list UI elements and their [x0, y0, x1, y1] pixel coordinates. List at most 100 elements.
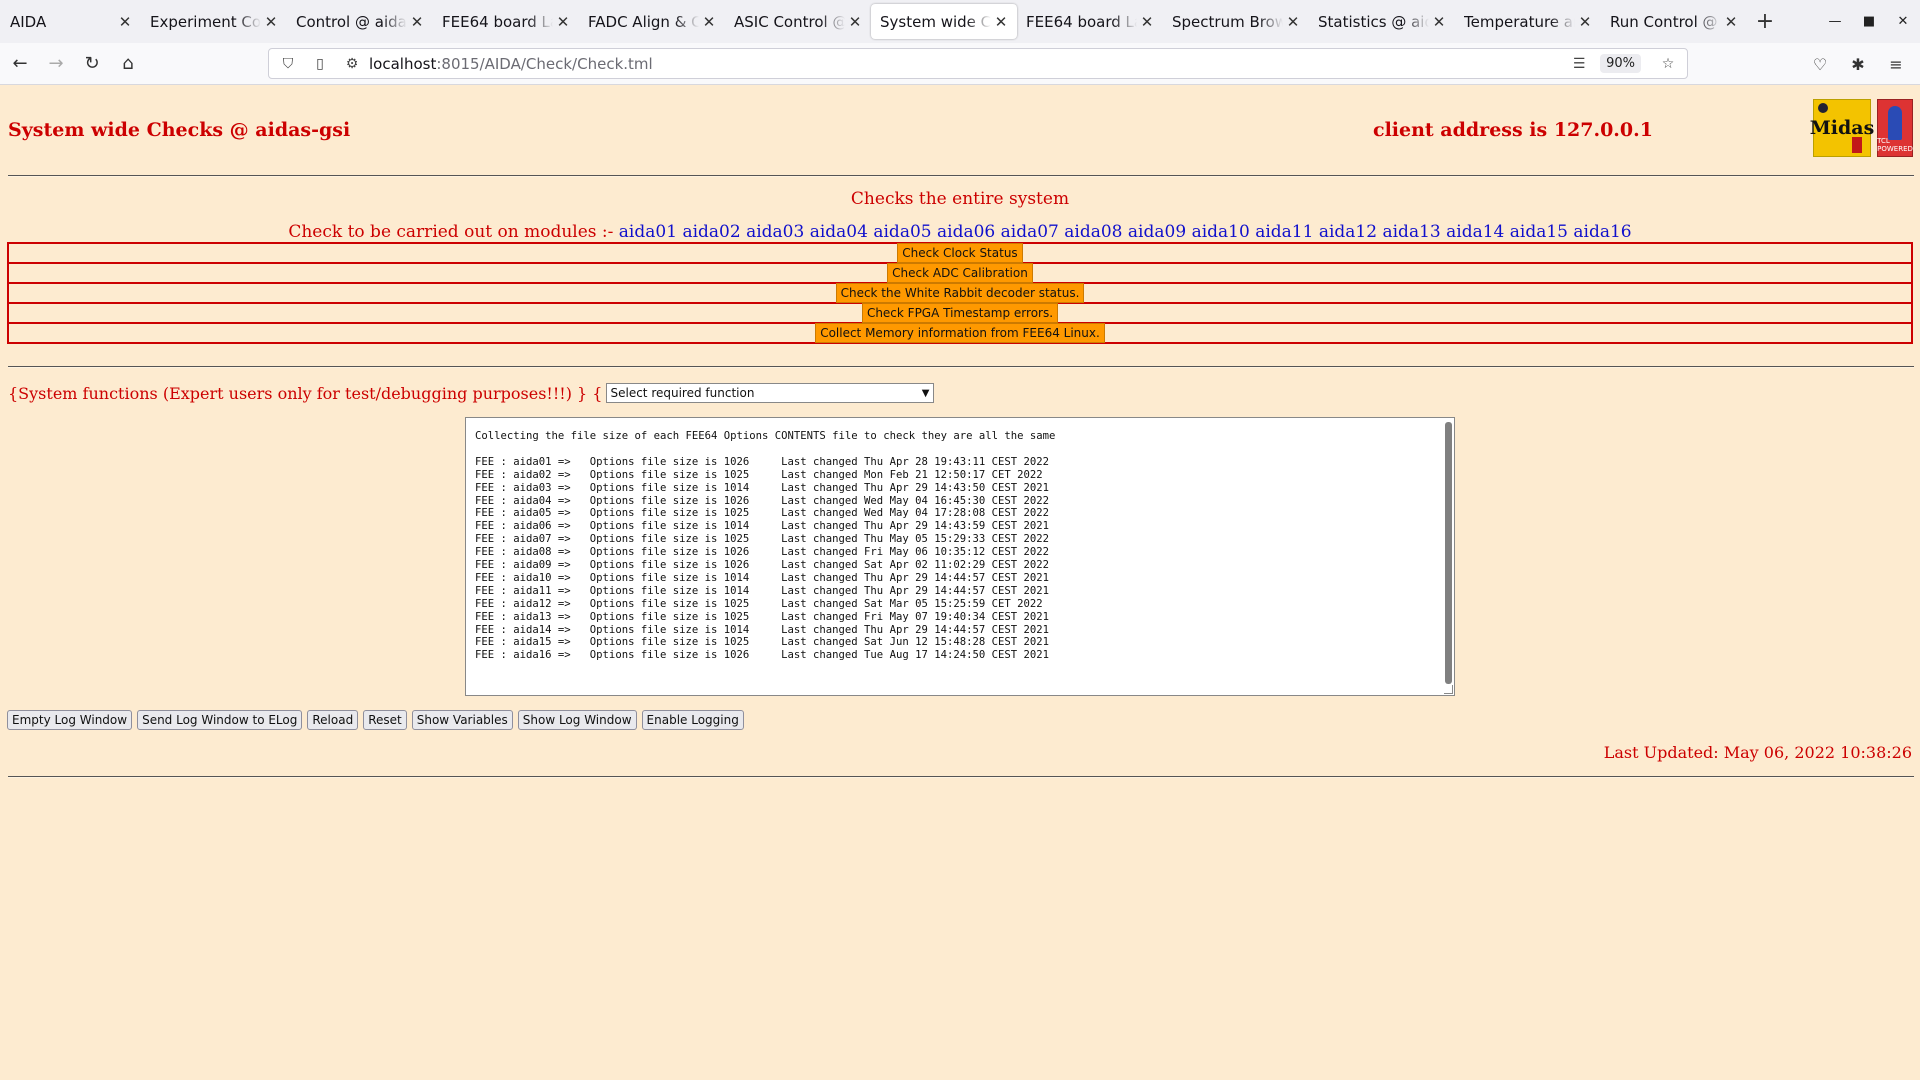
module-link-aida07[interactable]: aida07 — [1001, 222, 1059, 242]
reload-icon[interactable]: ↻ — [76, 48, 108, 80]
close-icon[interactable]: ✕ — [1285, 13, 1301, 31]
module-link-aida05[interactable]: aida05 — [873, 222, 931, 242]
tab-label: FEE64 board Lay — [1026, 12, 1137, 31]
resize-grip-icon[interactable] — [1444, 685, 1453, 694]
table-row: Collect Memory information from FEE64 Li… — [7, 322, 1913, 344]
shield-icon[interactable]: ⛉ — [275, 56, 301, 72]
logo-badge-icon — [1852, 137, 1862, 153]
log-line: FEE : aida08 => Options file size is 102… — [475, 546, 1050, 559]
log-scrollbar[interactable] — [1445, 422, 1452, 684]
select-value: Select required function — [610, 386, 755, 400]
module-link-aida09[interactable]: aida09 — [1128, 222, 1186, 242]
tab-experiment-control[interactable]: Experiment Cont ✕ — [141, 4, 287, 39]
module-link-aida10[interactable]: aida10 — [1192, 222, 1250, 242]
new-tab-button[interactable]: + — [1747, 0, 1783, 43]
module-link-aida13[interactable]: aida13 — [1382, 222, 1440, 242]
check-adc-calibration-button[interactable]: Check ADC Calibration — [887, 263, 1033, 283]
tab-run-control[interactable]: Run Control @ ai ✕ — [1601, 4, 1747, 39]
maximize-icon[interactable]: ■ — [1852, 0, 1886, 43]
log-window[interactable]: Collecting the file size of each FEE64 O… — [465, 417, 1455, 696]
tab-label: Spectrum Browsi — [1172, 12, 1283, 31]
system-function-select[interactable]: Select required function ▼ — [606, 383, 935, 403]
zoom-level[interactable]: 90% — [1600, 54, 1641, 73]
back-icon[interactable]: ← — [4, 48, 36, 80]
table-row: Check Clock Status — [7, 242, 1913, 264]
reset-button[interactable]: Reset — [363, 710, 407, 730]
tab-spectrum-browser[interactable]: Spectrum Browsi ✕ — [1163, 4, 1309, 39]
tab-statistics[interactable]: Statistics @ aida ✕ — [1309, 4, 1455, 39]
module-link-aida04[interactable]: aida04 — [810, 222, 868, 242]
minimize-icon[interactable]: — — [1818, 0, 1852, 43]
tab-label: FADC Align & Co — [588, 12, 699, 31]
close-icon[interactable]: ✕ — [1577, 13, 1593, 31]
close-icon[interactable]: ✕ — [701, 13, 717, 31]
reader-view-icon[interactable]: ☰ — [1566, 56, 1592, 72]
module-link-aida06[interactable]: aida06 — [937, 222, 995, 242]
close-icon[interactable]: ✕ — [1431, 13, 1447, 31]
pocket-icon[interactable]: ♡ — [1804, 48, 1836, 80]
window-controls: — ■ ✕ — [1818, 0, 1920, 43]
reload-button[interactable]: Reload — [307, 710, 359, 730]
tab-fee64-layout-2[interactable]: FEE64 board Lay ✕ — [1017, 4, 1163, 39]
last-updated: Last Updated: May 06, 2022 10:38:26 — [1603, 743, 1912, 762]
close-icon[interactable]: ✕ — [117, 13, 133, 31]
tab-fadc-align[interactable]: FADC Align & Co ✕ — [579, 4, 725, 39]
log-line: FEE : aida16 => Options file size is 102… — [475, 649, 1050, 662]
tab-asic-control[interactable]: ASIC Control @ a ✕ — [725, 4, 871, 39]
empty-log-button[interactable]: Empty Log Window — [7, 710, 133, 730]
extension-icon[interactable]: ✱ — [1842, 48, 1874, 80]
url-actions: ☰ 90% ☆ — [1560, 54, 1681, 73]
tab-temperature[interactable]: Temperature and ✕ — [1455, 4, 1601, 39]
tab-label: Run Control @ ai — [1610, 12, 1721, 31]
menu-icon[interactable]: ≡ — [1880, 48, 1912, 80]
system-functions-label: {System functions (Expert users only for… — [8, 383, 603, 403]
settings-sliders-icon[interactable]: ⚙ — [339, 56, 365, 72]
module-link-aida02[interactable]: aida02 — [682, 222, 740, 242]
tab-label: Statistics @ aida — [1318, 12, 1429, 31]
module-link-aida08[interactable]: aida08 — [1064, 222, 1122, 242]
close-icon[interactable]: ✕ — [263, 13, 279, 31]
module-link-aida15[interactable]: aida15 — [1510, 222, 1568, 242]
tab-label: FEE64 board Lay — [442, 12, 553, 31]
show-variables-button[interactable]: Show Variables — [411, 710, 513, 730]
forward-icon[interactable]: → — [40, 48, 72, 80]
collect-memory-info-button[interactable]: Collect Memory information from FEE64 Li… — [815, 323, 1105, 343]
tab-fee64-layout[interactable]: FEE64 board Lay ✕ — [433, 4, 579, 39]
close-icon[interactable]: ✕ — [993, 13, 1009, 31]
check-white-rabbit-button[interactable]: Check the White Rabbit decoder status. — [835, 283, 1085, 303]
tab-label: ASIC Control @ a — [734, 12, 845, 31]
tab-system-wide-checks[interactable]: System wide Che ✕ — [871, 4, 1017, 39]
page-icon[interactable]: ▯ — [307, 56, 333, 72]
check-fpga-timestamp-button[interactable]: Check FPGA Timestamp errors. — [861, 303, 1059, 323]
module-link-aida12[interactable]: aida12 — [1319, 222, 1377, 242]
bookmark-star-icon[interactable]: ☆ — [1655, 56, 1681, 72]
module-link-aida16[interactable]: aida16 — [1573, 222, 1631, 242]
log-line: FEE : aida11 => Options file size is 101… — [475, 584, 1050, 597]
module-link-aida01[interactable]: aida01 — [619, 222, 677, 242]
system-functions: {System functions (Expert users only for… — [8, 383, 935, 403]
url-bar[interactable]: ⛉ ▯ ⚙ localhost:8015/AIDA/Check/Check.tm… — [268, 48, 1688, 79]
log-line: FEE : aida14 => Options file size is 101… — [475, 623, 1050, 636]
tab-control[interactable]: Control @ aidas- ✕ — [287, 4, 433, 39]
home-icon[interactable]: ⌂ — [112, 48, 144, 80]
module-link-aida03[interactable]: aida03 — [746, 222, 804, 242]
check-clock-status-button[interactable]: Check Clock Status — [897, 243, 1023, 263]
enable-logging-button[interactable]: Enable Logging — [641, 710, 744, 730]
log-heading: Collecting the file size of each FEE64 O… — [475, 430, 1056, 442]
close-icon[interactable]: ✕ — [555, 13, 571, 31]
divider — [8, 175, 1914, 177]
log-line: FEE : aida12 => Options file size is 102… — [475, 597, 1043, 610]
close-window-icon[interactable]: ✕ — [1886, 0, 1920, 43]
client-address: client address is 127.0.0.1 — [1373, 119, 1653, 141]
close-icon[interactable]: ✕ — [1139, 13, 1155, 31]
send-elog-button[interactable]: Send Log Window to ELog — [137, 710, 303, 730]
close-icon[interactable]: ✕ — [847, 13, 863, 31]
navigation-toolbar: ← → ↻ ⌂ ⛉ ▯ ⚙ localhost:8015/AIDA/Check/… — [0, 43, 1920, 85]
close-icon[interactable]: ✕ — [409, 13, 425, 31]
module-link-aida11[interactable]: aida11 — [1255, 222, 1313, 242]
module-link-aida14[interactable]: aida14 — [1446, 222, 1504, 242]
url-text[interactable]: localhost:8015/AIDA/Check/Check.tml — [369, 55, 653, 73]
tab-aida[interactable]: AIDA ✕ — [0, 4, 141, 39]
show-log-window-button[interactable]: Show Log Window — [517, 710, 637, 730]
close-icon[interactable]: ✕ — [1723, 13, 1739, 31]
